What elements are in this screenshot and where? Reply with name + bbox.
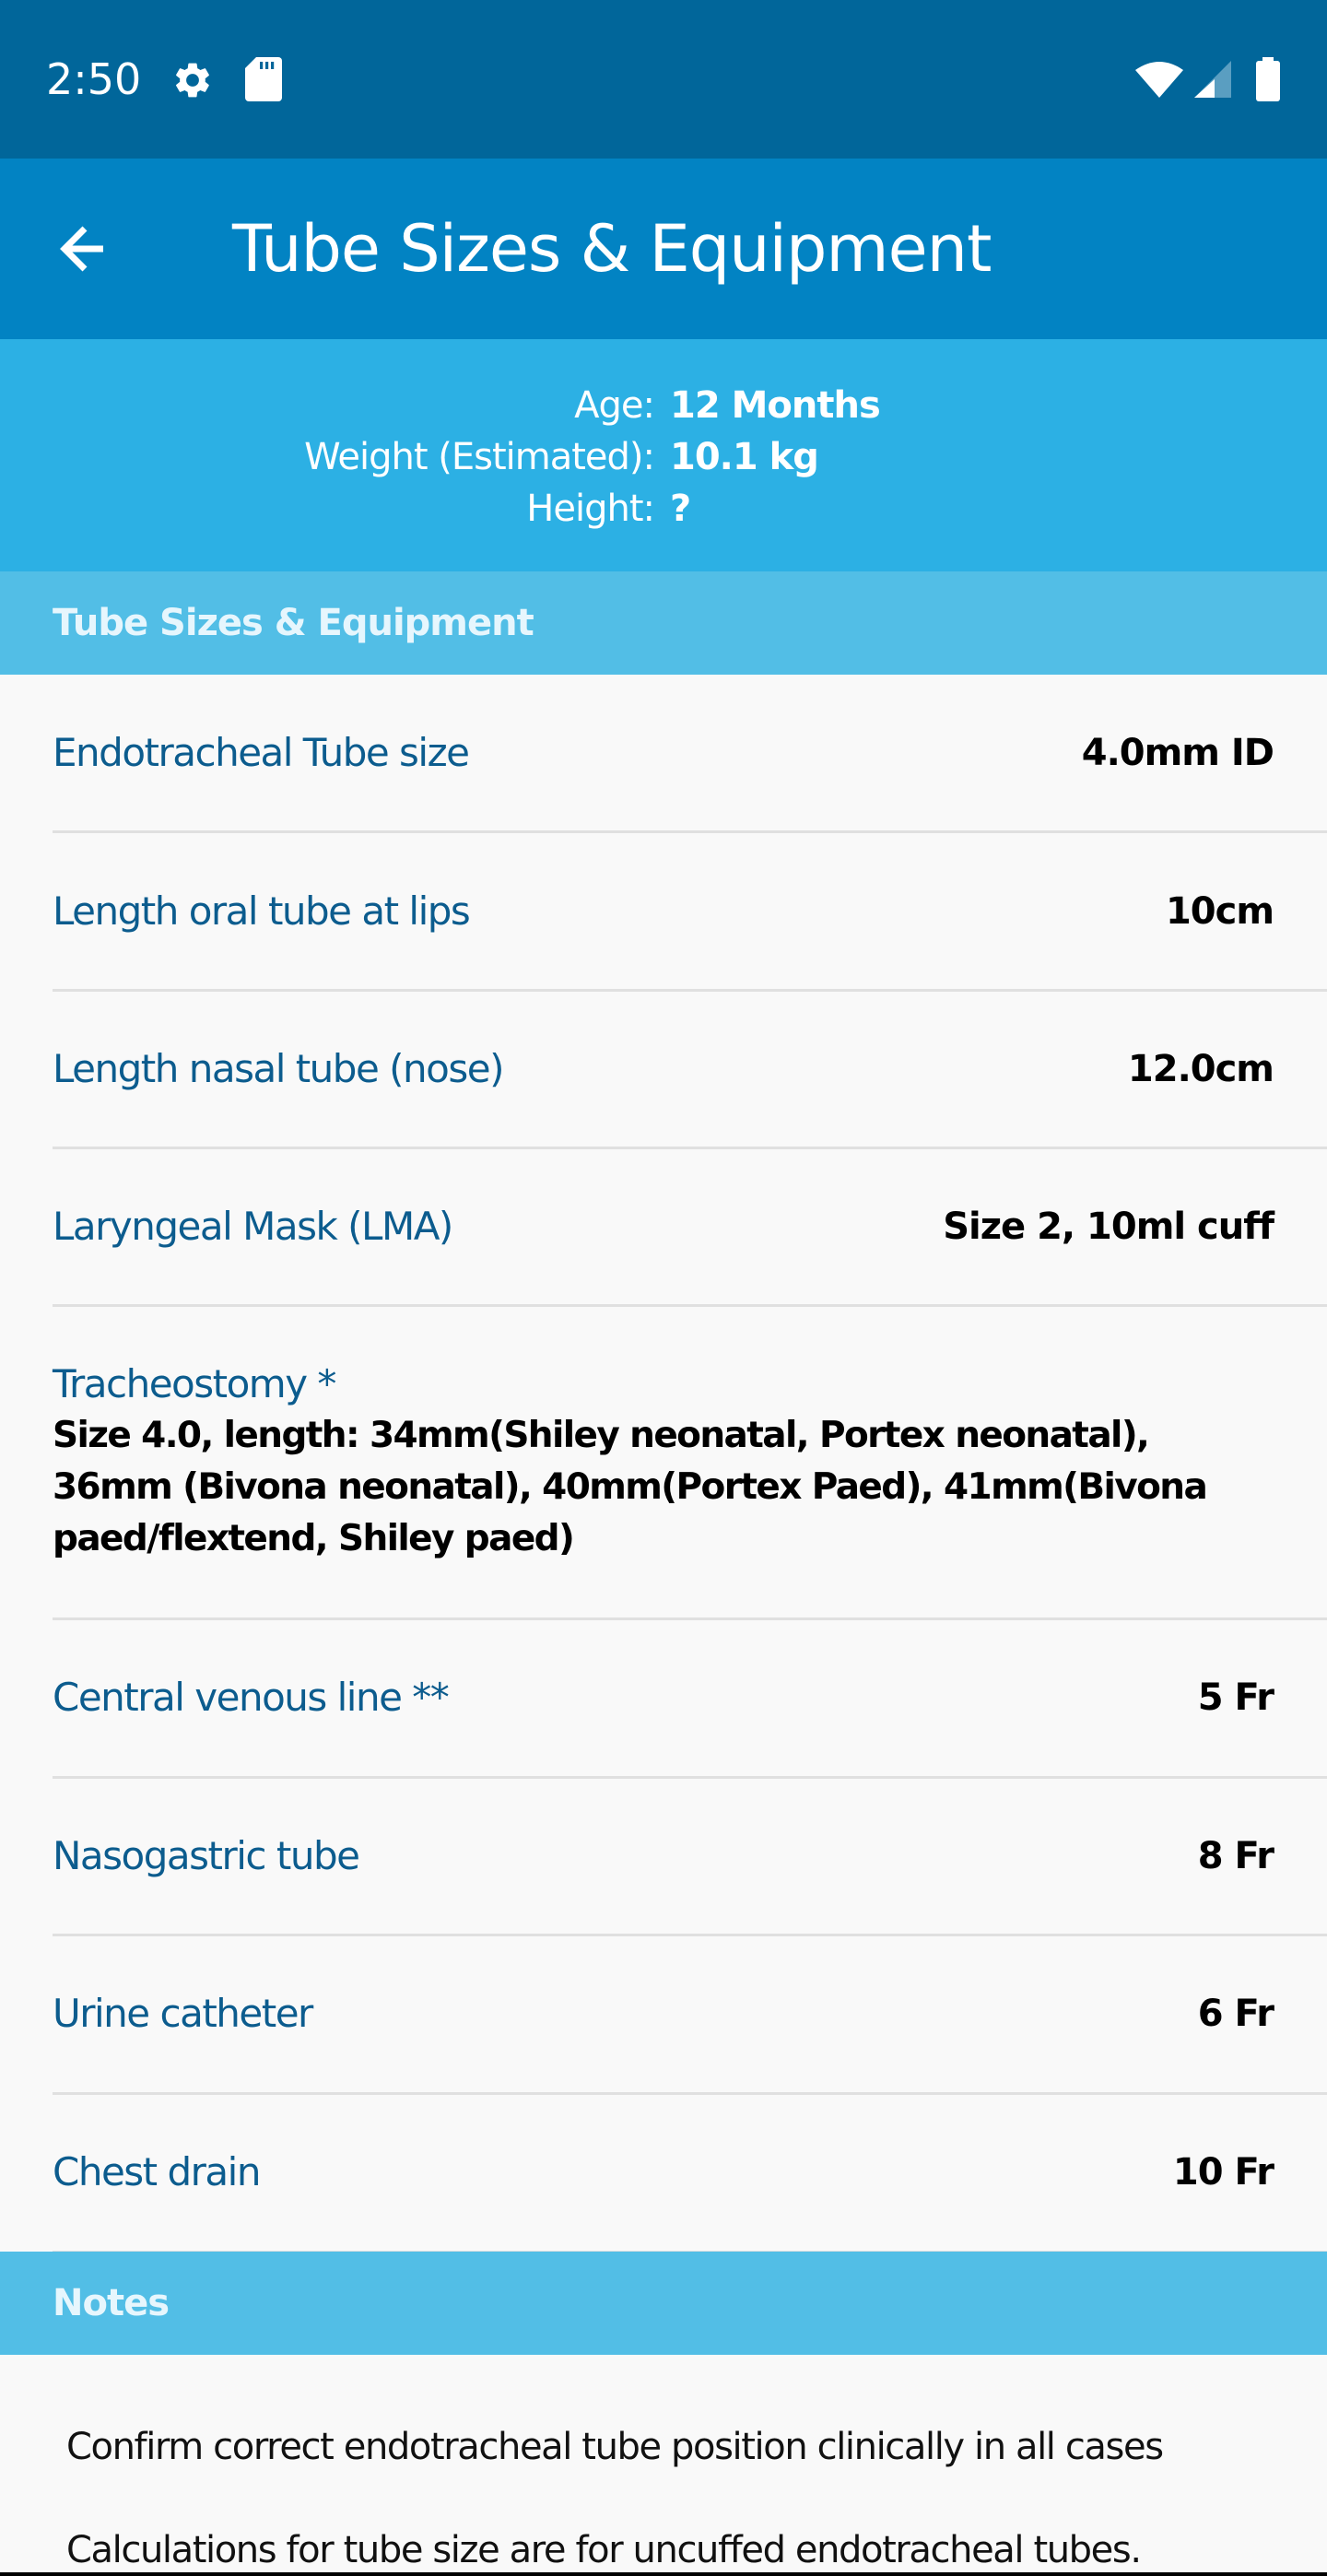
row-label: Urine catheter	[53, 1991, 313, 2036]
row-value: 4.0mm ID	[1081, 732, 1274, 774]
row-value: 10cm	[1165, 890, 1274, 933]
row-value: 10 Fr	[1172, 2151, 1274, 2194]
section-header-notes: Notes	[0, 2252, 1327, 2355]
list-item-tracheostomy: Tracheostomy * Size 4.0, length: 34mm(Sh…	[0, 1307, 1327, 1620]
age-value: 12 Months	[670, 384, 881, 427]
age-label: Age:	[574, 384, 655, 427]
notes-title: Notes	[53, 2282, 170, 2324]
list-item: Length nasal tube (nose) 12.0cm	[0, 992, 1327, 1149]
row-label: Central venous line **	[53, 1675, 450, 1720]
list-item: Endotracheal Tube size 4.0mm ID	[0, 675, 1327, 833]
row-label: Length nasal tube (nose)	[53, 1046, 504, 1091]
list-item: Length oral tube at lips 10cm	[0, 833, 1327, 992]
row-label: Endotracheal Tube size	[53, 730, 470, 775]
list-item: Laryngeal Mask (LMA) Size 2, 10ml cuff	[0, 1149, 1327, 1307]
row-label: Nasogastric tube	[53, 1833, 360, 1878]
section-title: Tube Sizes & Equipment	[53, 602, 534, 644]
height-value: ?	[670, 488, 691, 530]
list-item: Chest drain 10 Fr	[0, 2095, 1327, 2253]
back-button[interactable]	[48, 212, 131, 286]
sd-card-icon	[245, 57, 282, 106]
row-value: 12.0cm	[1127, 1048, 1274, 1090]
weight-label: Weight (Estimated):	[304, 436, 655, 478]
row-value: 6 Fr	[1197, 1993, 1274, 2035]
list-item: Urine catheter 6 Fr	[0, 1936, 1327, 2095]
row-label: Length oral tube at lips	[53, 888, 471, 934]
row-label: Tracheostomy *	[53, 1361, 336, 1406]
status-bar: 2:50	[0, 0, 1327, 159]
wifi-icon	[1133, 59, 1185, 104]
status-time: 2:50	[46, 54, 142, 104]
row-value: Size 2, 10ml cuff	[943, 1206, 1274, 1248]
info-row-weight: Weight (Estimated): 10.1 kg	[0, 431, 1327, 483]
bottom-edge	[0, 2572, 1327, 2576]
row-value: Size 4.0, length: 34mm(Shiley neonatal, …	[53, 1415, 1208, 1559]
note-item: Confirm correct endotracheal tube positi…	[66, 2426, 1164, 2468]
section-header-tube-sizes: Tube Sizes & Equipment	[0, 571, 1327, 675]
weight-value: 10.1 kg	[670, 436, 819, 478]
note-item: Calculations for tube size are for uncuf…	[66, 2529, 1142, 2571]
row-value: 5 Fr	[1197, 1676, 1274, 1719]
arrow-back-icon	[60, 226, 103, 272]
app-bar: Tube Sizes & Equipment	[0, 159, 1327, 339]
row-value: 8 Fr	[1197, 1835, 1274, 1877]
patient-info-panel: Age: 12 Months Weight (Estimated): 10.1 …	[0, 339, 1327, 571]
height-label: Height:	[526, 488, 655, 530]
row-label: Chest drain	[53, 2149, 261, 2194]
battery-icon	[1255, 57, 1281, 106]
row-label: Laryngeal Mask (LMA)	[53, 1204, 453, 1249]
list-item: Central venous line ** 5 Fr	[0, 1620, 1327, 1779]
page-title: Tube Sizes & Equipment	[232, 211, 992, 287]
info-row-age: Age: 12 Months	[0, 380, 1327, 431]
list-item: Nasogastric tube 8 Fr	[0, 1779, 1327, 1936]
cellular-signal-icon	[1192, 59, 1233, 104]
notes-list: Confirm correct endotracheal tube positi…	[0, 2355, 1327, 2576]
info-row-height: Height: ?	[0, 483, 1327, 535]
gear-icon	[171, 59, 214, 106]
